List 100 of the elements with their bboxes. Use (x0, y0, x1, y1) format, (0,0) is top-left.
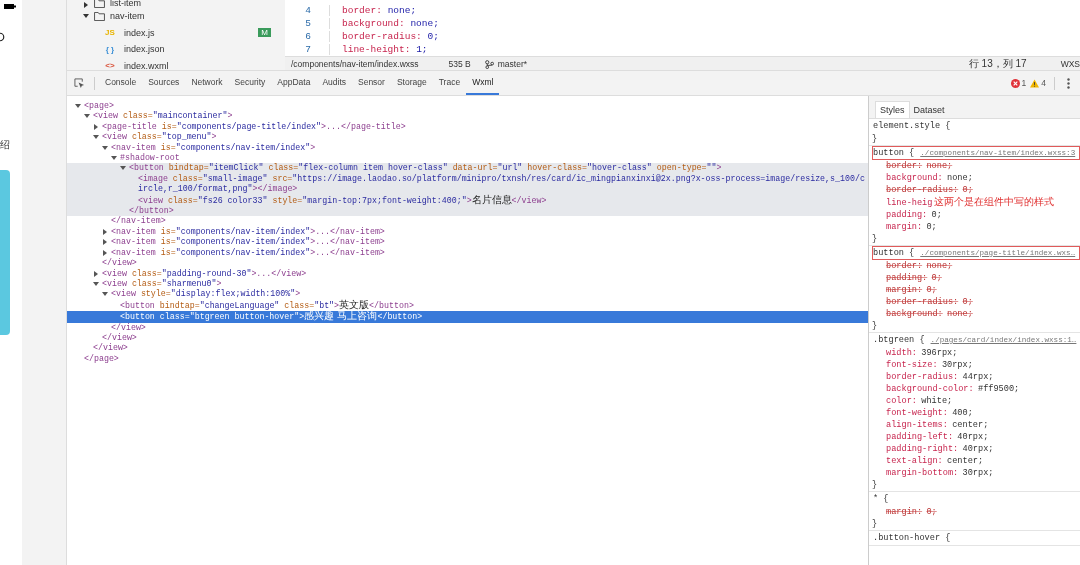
wxml-node[interactable]: <view class="top_menu"> (67, 132, 868, 143)
css-declaration: font-size: 30rpx; (886, 360, 973, 370)
wxml-node[interactable]: <button bindtap="itemClick" class="flex-column item hover-class" data-url="url" hover-class="hover-class" open-type=""> (67, 163, 868, 174)
css-declaration: border: none; (886, 261, 953, 271)
css-declaration: align-items: center; (886, 420, 989, 430)
wxml-node[interactable]: </button> (67, 206, 868, 217)
battery-icon (4, 3, 16, 10)
file-item[interactable]: list-item (67, 0, 285, 8)
file-item[interactable]: { } index.json (67, 41, 285, 58)
wxml-node[interactable]: </page> (67, 353, 868, 365)
closing-brace: } (872, 133, 879, 145)
line-number: 7 (304, 44, 312, 55)
css-declaration: margin-bottom: 30rpx; (886, 468, 994, 478)
styles-tab[interactable]: Styles (875, 101, 910, 118)
wxml-node[interactable]: <nav-item is="components/nav-item/index">...</nav-item> (67, 237, 868, 248)
css-declaration: padding-left: 40rpx; (886, 432, 989, 442)
code-line: border-radius: 0; (329, 31, 439, 42)
file-item[interactable]: JS index.js M (67, 24, 285, 41)
wxml-node[interactable]: <view class="maincontainer"> (67, 111, 868, 122)
css-declaration: margin: 0; (886, 222, 937, 232)
branch-icon (484, 59, 494, 69)
line-number: 4 (304, 5, 312, 16)
css-declaration: background: none; (886, 173, 973, 183)
css-declaration: padding-right: 40rpx; (886, 444, 994, 454)
devtools-tab[interactable]: Sources (142, 71, 186, 95)
file-icon: JS (101, 28, 119, 38)
css-declaration: font-weight: 400; (886, 408, 973, 418)
css-selector: * { (873, 493, 889, 505)
devtools-tab[interactable]: Wxml (466, 71, 500, 95)
cursor-position: 行 13，列 17 (968, 57, 1027, 71)
devtools-tab[interactable]: Storage (390, 71, 433, 95)
wxml-node[interactable]: <view class="sharmenu0"> (67, 278, 868, 290)
css-declaration: margin: 0; (886, 285, 937, 295)
error-icon (1010, 78, 1020, 88)
devtools-tab[interactable]: Console (99, 71, 143, 95)
styles-tab[interactable]: Dataset (909, 102, 949, 118)
more-icon[interactable] (1067, 77, 1070, 89)
css-declaration: width: 396rpx; (886, 348, 958, 358)
css-selector: button { (873, 147, 915, 159)
devtools-tab[interactable]: Sensor (352, 71, 391, 95)
line-number: 6 (304, 31, 312, 42)
css-declaration: line-heig (886, 198, 933, 208)
annotation-text: 这两个是在组件中写的样式 (934, 196, 1055, 207)
devtools-tab[interactable]: Network (185, 71, 229, 95)
wxml-node[interactable]: <nav-item is="components/nav-item/index"> (67, 142, 868, 154)
code-line: border: none; (329, 5, 417, 16)
closing-brace: } (872, 320, 879, 332)
file-item[interactable]: nav-item (67, 8, 285, 25)
error-count: 1 (1021, 78, 1027, 88)
css-selector: .btgreen { (873, 334, 925, 346)
file-language: WXS (1060, 59, 1080, 69)
closing-brace: } (872, 518, 879, 530)
inspect-icon[interactable] (74, 77, 85, 89)
devtools-tab[interactable]: AppData (271, 71, 317, 95)
wxml-node[interactable]: <button bindtap="changeLanguage" class="bt">英文版</button> (67, 299, 868, 312)
wxml-node[interactable]: <page-title is="components/page-title/index">...</page-title> (67, 121, 868, 133)
file-icon: <> (101, 61, 119, 70)
wxml-node[interactable]: <image class="small-image" src="https://image.laodao.so/platform/minipro/txnsh/res/card/ic_mingpianxinxi@2x.png?x-oss-process=image/resize,s_100/circle,r_100/format,png"></image> (67, 173, 868, 195)
css-selector: button { (873, 247, 915, 259)
warning-icon (1030, 78, 1040, 88)
wxml-node[interactable]: </view> (67, 332, 868, 344)
wxml-node[interactable]: </view> (67, 343, 868, 354)
css-declaration: background-color: #ff9500; (886, 384, 1020, 394)
css-declaration: border-radius: 44rpx; (886, 372, 994, 382)
wxml-node[interactable]: </view> (67, 258, 868, 269)
warning-count: 4 (1041, 78, 1046, 88)
devtools-tab[interactable]: Security (228, 71, 272, 95)
devtools-tab[interactable]: Audits (316, 71, 352, 95)
wxml-node[interactable]: <view class="padding-round-30">...</view> (67, 268, 868, 279)
css-declaration: border: none; (886, 161, 953, 171)
css-selector: element.style { (873, 120, 951, 132)
css-declaration: padding: 0; (886, 273, 942, 283)
css-declaration: border-radius: 0; (886, 185, 973, 195)
wxml-node[interactable]: <button class="btgreen button-hover">感兴趣 马上咨询</button> (67, 311, 868, 323)
wxml-node[interactable]: <page> (67, 101, 868, 112)
wxml-node[interactable]: #shadow-root (67, 153, 868, 164)
file-item[interactable]: <> index.wxml (67, 57, 285, 70)
file-path: /components/nav-item/index.wxss (291, 59, 419, 69)
css-declaration: margin: 0; (886, 507, 937, 517)
side-text: 绍 (0, 138, 11, 152)
css-declaration: color: white; (886, 396, 953, 406)
css-declaration: text-align: center; (886, 456, 984, 466)
modified-badge: M (258, 28, 271, 38)
code-line: background: none; (329, 18, 439, 29)
file-size: 535 B (448, 59, 471, 69)
wxml-node[interactable]: <nav-item is="components/nav-item/index">...</nav-item> (67, 226, 868, 238)
wxml-node[interactable]: <nav-item is="components/nav-item/index">...</nav-item> (67, 247, 868, 259)
git-branch[interactable]: master* (497, 59, 528, 69)
css-declaration: border-radius: 0; (886, 297, 973, 307)
wxml-node[interactable]: <view style="display:flex;width:100%"> (67, 289, 868, 300)
devtools-tab[interactable]: Trace (432, 71, 467, 95)
wxml-node[interactable]: </nav-item> (67, 216, 868, 227)
folder-icon (94, 0, 105, 8)
closing-brace: } (872, 479, 879, 491)
line-number: 5 (304, 18, 312, 29)
css-declaration: padding: 0; (886, 210, 942, 220)
closing-brace: } (872, 233, 879, 245)
wxml-node[interactable]: </view> (67, 322, 868, 333)
css-selector: .button-hover { (873, 532, 951, 544)
css-declaration: background: none; (886, 309, 973, 319)
